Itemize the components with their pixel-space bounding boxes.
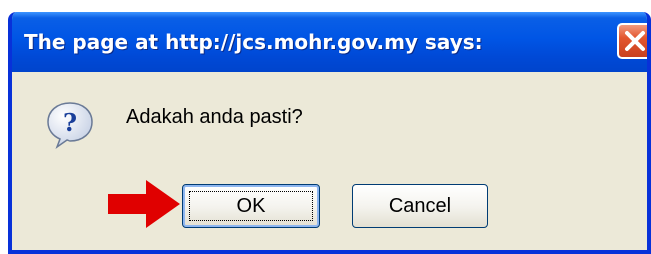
svg-text:?: ? — [63, 108, 77, 137]
dialog-message: Adakah anda pasti? — [126, 106, 303, 128]
cancel-button-label: Cancel — [388, 194, 452, 217]
cancel-button[interactable]: Cancel — [352, 184, 488, 228]
close-icon — [625, 31, 645, 51]
focus-ring — [189, 191, 313, 221]
question-icon: ? — [47, 102, 93, 150]
ok-button[interactable]: OK — [182, 184, 320, 228]
screenshot: The page at http://jcs.mohr.gov.my says:… — [0, 0, 651, 254]
arrow-right-icon — [108, 180, 180, 228]
close-button[interactable] — [617, 23, 647, 59]
dialog-title: The page at http://jcs.mohr.gov.my says: — [24, 30, 483, 54]
alert-dialog: The page at http://jcs.mohr.gov.my says:… — [8, 12, 651, 254]
title-bar[interactable]: The page at http://jcs.mohr.gov.my says: — [12, 12, 647, 72]
